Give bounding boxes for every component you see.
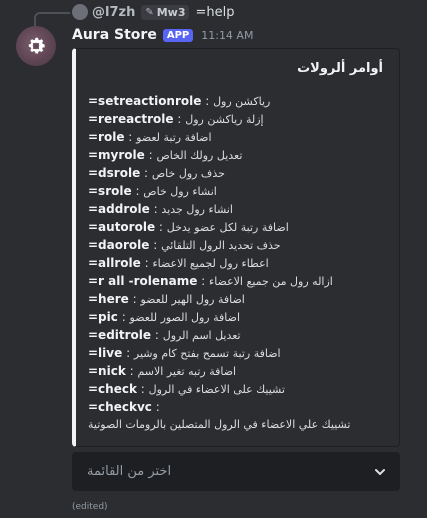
command-item: =dsrole : حذف رول خاص: [88, 164, 388, 182]
embed-title: أوامر ألرولات: [297, 61, 383, 76]
reply-tag-label: Mw3: [156, 5, 186, 19]
command-item: =allrole : اعطاء رول لجميع الاعضاء: [88, 254, 388, 272]
command-separator: :: [151, 400, 160, 414]
command-description: إزلة رياكشن رول: [185, 113, 264, 126]
command-name: =role: [88, 130, 125, 144]
command-item: =daorole : حذف تحديد الرول التلقائي: [88, 236, 388, 254]
command-item: =addrole : انشاء رول جديد: [88, 200, 388, 218]
command-name: =live: [88, 346, 123, 360]
bot-avatar[interactable]: [16, 26, 56, 66]
chevron-down-icon: [375, 468, 385, 475]
edited-label: (edited): [72, 502, 108, 512]
command-name: =addrole: [88, 202, 150, 216]
command-list: =setreactionrole : رياكشن رول =rereactrol…: [88, 92, 388, 434]
command-name: =checkvc: [88, 400, 152, 414]
command-description: اضافة رتبة لعضو: [136, 131, 212, 144]
command-name: =r all -rolename: [88, 274, 198, 288]
select-menu[interactable]: اختر من القائمة: [72, 452, 400, 491]
command-description: حذف تحديد الرول التلقائي: [161, 239, 281, 252]
command-separator: :: [144, 148, 157, 162]
reply-avatar: [72, 4, 88, 20]
command-name: =nick: [88, 364, 126, 378]
reply-user-tag: ✎ Mw3: [141, 4, 190, 20]
command-separator: :: [122, 346, 134, 360]
command-description: اضافة رول الهير للعضو: [140, 293, 245, 306]
command-name: =pic: [88, 310, 118, 324]
command-description: حذف رول خاص: [151, 167, 225, 180]
command-separator: :: [197, 274, 210, 288]
command-name: =setreactionrole: [88, 94, 202, 108]
tag-icon: ✎: [145, 6, 154, 18]
command-item: =editrole : تعديل اسم الرول: [88, 326, 388, 344]
command-item: =setreactionrole : رياكشن رول: [88, 92, 388, 110]
command-item: =live : اضافة رتبة تسمح بفتح كام وشير: [88, 344, 388, 362]
command-separator: :: [136, 382, 149, 396]
command-description: اضافة رتبة تسمح بفتح كام وشير: [133, 347, 281, 360]
command-description: ازاله رول من جميع الاعضاء: [209, 275, 333, 288]
command-description: اعطاء رول لجميع الاعضاء: [152, 257, 269, 270]
command-name: =dsrole: [88, 166, 141, 180]
command-name: =here: [88, 292, 129, 306]
message-timestamp: 11:14 AM: [201, 28, 254, 42]
command-item: =srole : انشاء رول خاص: [88, 182, 388, 200]
command-separator: :: [149, 238, 162, 252]
command-separator: :: [155, 220, 167, 234]
help-embed: أوامر ألرولات =setreactionrole : رياكشن …: [72, 48, 400, 447]
command-name: =allrole: [88, 256, 141, 270]
command-separator: :: [201, 94, 214, 108]
command-name: =srole: [88, 184, 132, 198]
command-separator: :: [128, 292, 141, 306]
command-separator: :: [124, 130, 137, 144]
gear-icon: [28, 37, 45, 54]
command-description: اضافة رول الصور للعضو: [129, 311, 241, 324]
command-separator: :: [131, 184, 144, 198]
command-item: =autorole : اضافة رتبة لكل عضو يدخل: [88, 218, 388, 236]
command-description: تشييك علي الاعضاء في الرول المتصلين بالر…: [88, 418, 351, 431]
command-item: =nick : اضافة رتبه تغير الاسم: [88, 362, 388, 380]
command-separator: :: [173, 112, 186, 126]
select-placeholder: اختر من القائمة: [87, 464, 172, 479]
command-item: =check : تشييك على الاعضاء في الرول: [88, 380, 388, 398]
command-description: انشاء رول خاص: [143, 185, 217, 198]
command-description: تعديل اسم الرول: [162, 329, 241, 342]
command-item: =here : اضافة رول الهير للعضو: [88, 290, 388, 308]
command-description: رياكشن رول: [213, 95, 271, 108]
command-name: =daorole: [88, 238, 150, 252]
command-name: =autorole: [88, 220, 156, 234]
command-item: =role : اضافة رتبة لعضو: [88, 128, 388, 146]
command-description: تشييك على الاعضاء في الرول: [148, 383, 285, 396]
command-name: =myrole: [88, 148, 145, 162]
message-header: Aura Store APP 11:14 AM: [72, 26, 253, 44]
command-description: اضافة رتبه تغير الاسم: [137, 365, 237, 378]
command-description: اضافة رتبة لكل عضو يدخل: [166, 221, 289, 234]
command-separator: :: [149, 202, 162, 216]
command-separator: :: [140, 256, 153, 270]
bot-name[interactable]: Aura Store: [72, 27, 157, 43]
command-item: =pic : اضافة رول الصور للعضو: [88, 308, 388, 326]
command-name: =editrole: [88, 328, 152, 342]
command-separator: :: [151, 328, 163, 342]
command-separator: :: [125, 364, 138, 378]
app-badge: APP: [162, 28, 194, 42]
command-name: =check: [88, 382, 137, 396]
command-item: =myrole : تعديل رولك الخاص: [88, 146, 388, 164]
command-description: تعديل رولك الخاص: [156, 149, 243, 162]
command-name: =rereactrole: [88, 112, 174, 126]
reply-reference[interactable]: @l7zh ✎ Mw3 =help: [72, 3, 234, 21]
command-item: =checkvc : تشييك علي الاعضاء في الرول ال…: [88, 398, 388, 434]
command-separator: :: [117, 310, 130, 324]
command-separator: :: [140, 166, 152, 180]
reply-command: =help: [195, 4, 235, 20]
reply-username[interactable]: @l7zh: [92, 5, 135, 20]
command-item: =rereactrole : إزلة رياكشن رول: [88, 110, 388, 128]
command-description: انشاء رول جديد: [161, 203, 233, 216]
command-item: =r all -rolename : ازاله رول من جميع الا…: [88, 272, 388, 290]
